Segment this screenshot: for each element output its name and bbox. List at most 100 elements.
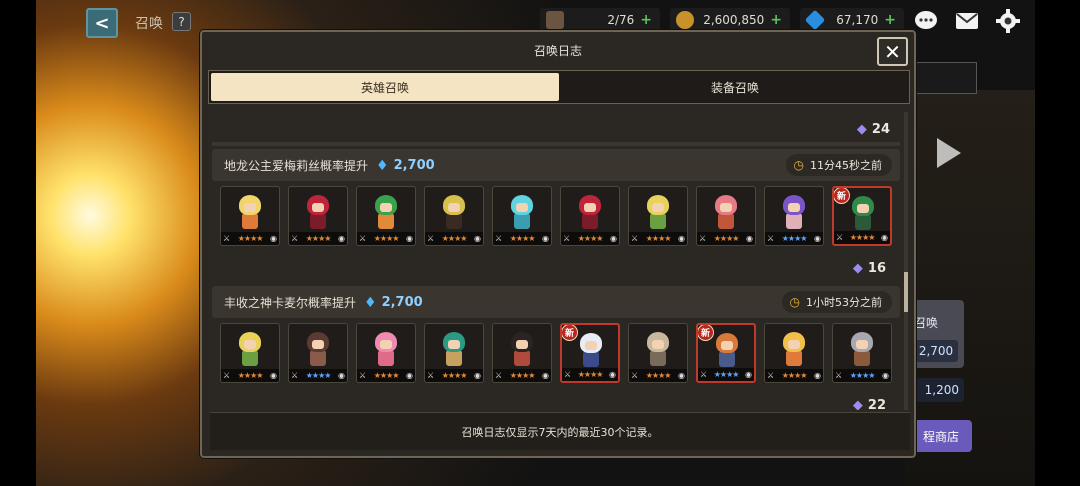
hero-portrait[interactable]: ⚔ ★★★★ ◉	[288, 323, 348, 383]
close-icon: ✕	[884, 39, 901, 64]
hero-portrait[interactable]: ⚔ ★★★★ ◉	[220, 186, 280, 246]
entry-header: 丰收之神卡麦尔概率提升 ♦ 2,700 ◷ 1小时53分之前	[212, 286, 900, 318]
class-icon: ⚔	[427, 371, 435, 380]
star-rating: ★★★★	[849, 233, 876, 242]
add-gem-icon[interactable]: +	[884, 12, 896, 28]
shop-button[interactable]: 程商店	[910, 420, 972, 452]
class-icon: ⚔	[359, 234, 367, 243]
hero-info-strip: ⚔ ★★★★ ◉	[357, 232, 415, 245]
side-summon-label: 召唤	[914, 316, 939, 330]
hero-info-strip: ⚔ ★★★★ ◉	[562, 368, 618, 381]
star-rating: ★★★★	[373, 234, 400, 243]
hero-sprite	[235, 195, 265, 231]
class-icon: ⚔	[223, 371, 231, 380]
hero-info-strip: ⚔ ★★★★ ◉	[629, 369, 687, 382]
hero-portrait[interactable]: ⚔ ★★★★ ◉	[492, 323, 552, 383]
hero-portrait[interactable]: ⚔ ★★★★ ◉	[764, 323, 824, 383]
star-rating: ★★★★	[645, 371, 672, 380]
stamina-value: 2/76	[607, 13, 635, 27]
hero-info-strip: ⚔ ★★★★ ◉	[765, 232, 823, 245]
scrollbar-thumb[interactable]	[904, 272, 908, 312]
stamina-counter[interactable]: 2/76 +	[540, 8, 660, 32]
close-button[interactable]: ✕	[877, 37, 908, 66]
hero-sprite	[439, 195, 469, 231]
hero-portrait[interactable]: ⚔ ★★★★ ◉	[424, 323, 484, 383]
crystal-icon: ◆	[856, 122, 867, 137]
entry-header: 地龙公主爱梅莉丝概率提升 ♦ 2,700 ◷ 11分45秒之前	[212, 149, 900, 181]
star-rating: ★★★★	[237, 371, 264, 380]
class-icon: ⚔	[427, 234, 435, 243]
entry-count: ◆ 16	[853, 261, 886, 276]
hero-sprite	[507, 332, 537, 368]
hero-portrait[interactable]: ⚔ ★★★★ ◉	[628, 323, 688, 383]
hero-info-strip: ⚔ ★★★★ ◉	[425, 232, 483, 245]
hero-portrait[interactable]: ⚔ ★★★★ ◉	[288, 186, 348, 246]
gold-coin-icon	[676, 11, 694, 29]
hero-info-strip: ⚔ ★★★★ ◉	[221, 232, 279, 245]
class-icon: ⚔	[495, 234, 503, 243]
hero-portrait[interactable]: ⚔ ★★★★ ◉	[696, 186, 756, 246]
element-icon: ◉	[406, 234, 413, 243]
chat-icon[interactable]	[912, 8, 940, 34]
hero-sprite	[848, 196, 878, 232]
back-arrow-icon: <	[94, 12, 110, 34]
star-rating: ★★★★	[713, 234, 740, 243]
element-icon: ◉	[678, 234, 685, 243]
element-icon: ◉	[474, 371, 481, 380]
gold-counter[interactable]: 2,600,850 +	[670, 8, 790, 32]
hero-portrait[interactable]: 新 ⚔ ★★★★ ◉	[560, 323, 620, 383]
hero-portrait[interactable]: 新 ⚔ ★★★★ ◉	[696, 323, 756, 383]
hero-info-strip: ⚔ ★★★★ ◉	[765, 369, 823, 382]
scrollbar[interactable]	[904, 112, 908, 410]
hero-portrait[interactable]: ⚔ ★★★★ ◉	[220, 323, 280, 383]
class-icon: ⚔	[631, 371, 639, 380]
class-icon: ⚔	[564, 370, 572, 379]
tab-equipment-summon[interactable]: 装备召唤	[561, 71, 909, 103]
class-icon: ⚔	[631, 234, 639, 243]
back-button[interactable]: <	[86, 8, 118, 38]
class-icon: ⚔	[836, 233, 844, 242]
hero-info-strip: ⚔ ★★★★ ◉	[834, 231, 890, 244]
mail-icon[interactable]	[953, 8, 981, 34]
help-button[interactable]: ?	[172, 12, 191, 31]
add-stamina-icon[interactable]: +	[640, 12, 652, 28]
log-count-value: 24	[871, 122, 890, 137]
hero-portrait[interactable]: 新 ⚔ ★★★★ ◉	[832, 186, 892, 246]
diamond-icon: ♦	[376, 157, 389, 174]
new-badge: 新	[562, 325, 578, 341]
star-rating: ★★★★	[781, 371, 808, 380]
clock-icon: ◷	[793, 158, 804, 172]
tab-hero-summon[interactable]: 英雄召唤	[211, 73, 559, 101]
crystal-icon: ◆	[852, 398, 863, 410]
hero-row: ⚔ ★★★★ ◉ ⚔ ★★★★ ◉ ⚔ ★★★★ ◉ ⚔ ★★★★ ◉ ⚔ ★★★★ ◉ ⚔ ★★★★ ◉ ⚔ ★★★…	[220, 186, 892, 246]
hero-sprite	[371, 195, 401, 231]
coffee-icon	[546, 11, 564, 29]
element-icon: ◉	[270, 234, 277, 243]
entry-title: 地龙公主爱梅莉丝概率提升 ♦ 2,700	[224, 157, 435, 174]
summon-log-list[interactable]: ◆ 24 地龙公主爱梅莉丝概率提升 ♦ 2,700 ◷ 11分45秒之前 ⚔ ★★★★…	[210, 112, 904, 410]
hero-portrait[interactable]: ⚔ ★★★★ ◉	[492, 186, 552, 246]
hero-sprite	[643, 332, 673, 368]
entry-time-text: 11分45秒之前	[810, 159, 882, 172]
hero-portrait[interactable]: ⚔ ★★★★ ◉	[356, 323, 416, 383]
element-icon: ◉	[814, 371, 821, 380]
element-icon: ◉	[746, 234, 753, 243]
hero-portrait[interactable]: ⚔ ★★★★ ◉	[356, 186, 416, 246]
new-badge: 新	[698, 325, 714, 341]
element-icon: ◉	[474, 234, 481, 243]
hero-portrait[interactable]: ⚔ ★★★★ ◉	[560, 186, 620, 246]
next-arrow-icon[interactable]	[937, 138, 961, 168]
hero-row: ⚔ ★★★★ ◉ ⚔ ★★★★ ◉ ⚔ ★★★★ ◉ ⚔ ★★★★ ◉ ⚔ ★★★★ ◉ 新 ⚔ ★★★★ ◉ ⚔ ★★…	[220, 323, 892, 383]
settings-gear-icon[interactable]	[994, 8, 1022, 34]
hero-portrait[interactable]: ⚔ ★★★★ ◉	[764, 186, 824, 246]
entry-title: 丰收之神卡麦尔概率提升 ♦ 2,700	[224, 294, 423, 311]
side-search-bar	[915, 62, 977, 94]
hero-sprite	[303, 195, 333, 231]
gem-counter[interactable]: 67,170 +	[800, 8, 904, 32]
star-rating: ★★★★	[577, 234, 604, 243]
add-gold-icon[interactable]: +	[770, 12, 782, 28]
hero-portrait[interactable]: ⚔ ★★★★ ◉	[628, 186, 688, 246]
class-icon: ⚔	[767, 234, 775, 243]
hero-portrait[interactable]: ⚔ ★★★★ ◉	[832, 323, 892, 383]
hero-portrait[interactable]: ⚔ ★★★★ ◉	[424, 186, 484, 246]
